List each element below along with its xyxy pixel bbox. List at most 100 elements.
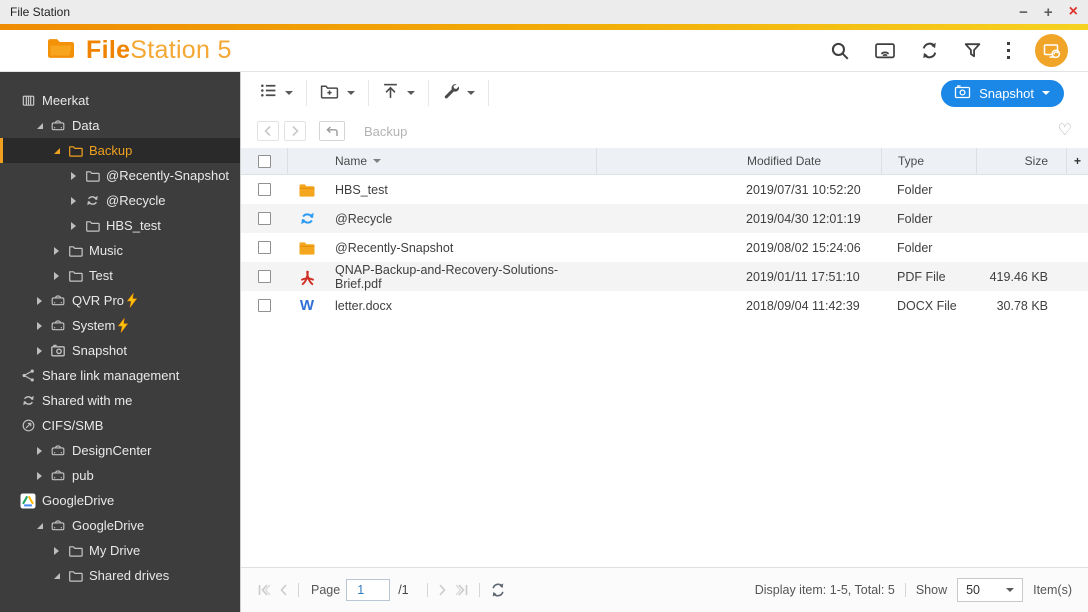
sidebar-item-snapshot[interactable]: Snapshot [0, 338, 240, 363]
refresh-list-icon[interactable] [490, 582, 506, 598]
collapse-arrow-icon[interactable] [37, 522, 50, 529]
sidebar-item-hbs-test[interactable]: HBS_test [0, 213, 240, 238]
file-name: @Recently-Snapshot [335, 240, 454, 255]
row-checkbox[interactable] [257, 212, 271, 225]
header-actions [830, 34, 1068, 67]
last-page-button[interactable] [455, 584, 469, 596]
sidebar-item-label: Snapshot [72, 343, 127, 358]
sidebar-item-data[interactable]: Data [0, 113, 240, 138]
window-title: File Station [10, 5, 71, 19]
search-icon[interactable] [830, 41, 850, 61]
add-column-button[interactable]: + [1066, 148, 1088, 174]
file-size: 30.78 KB [996, 298, 1048, 313]
minimize-icon[interactable]: − [1019, 5, 1028, 20]
sidebar-item-googledrive[interactable]: GoogleDrive [0, 513, 240, 538]
forward-button[interactable] [284, 121, 306, 141]
expand-arrow-icon[interactable] [54, 546, 67, 555]
chevron-down-icon [1006, 588, 1015, 592]
expand-arrow-icon[interactable] [54, 246, 67, 255]
name-column-header[interactable]: Name [327, 148, 596, 174]
go-up-button[interactable] [319, 121, 345, 141]
breadcrumb[interactable]: Backup [364, 124, 407, 139]
chevron-down-icon [407, 91, 415, 95]
empty-area [241, 320, 1088, 567]
expand-arrow-icon[interactable] [37, 321, 50, 330]
refresh-icon[interactable] [920, 41, 939, 60]
back-button[interactable] [257, 121, 279, 141]
sync-icon [20, 393, 36, 409]
expand-arrow-icon[interactable] [71, 196, 84, 205]
create-folder-button[interactable] [307, 80, 369, 106]
collapse-arrow-icon[interactable] [37, 122, 50, 129]
sidebar-item-backup[interactable]: Backup [0, 138, 240, 163]
page-size-select[interactable]: 50 [957, 578, 1024, 602]
expand-arrow-icon[interactable] [37, 346, 50, 355]
file-row-recycle[interactable]: @Recycle 2019/04/30 12:01:19 Folder [241, 204, 1088, 233]
view-mode-button[interactable] [247, 80, 307, 106]
qts-desktop-icon[interactable] [1035, 34, 1068, 67]
page-number-input[interactable] [346, 579, 391, 601]
size-column-header[interactable]: Size [976, 148, 1066, 174]
collapse-arrow-icon[interactable] [54, 147, 67, 154]
display-count-text: Display item: 1-5, Total: 5 [754, 583, 895, 597]
remote-display-icon[interactable] [874, 42, 896, 60]
wrench-icon [442, 82, 460, 104]
folder-icon [84, 168, 100, 184]
favorite-heart-icon[interactable]: ♡ [1058, 123, 1072, 139]
sidebar-item-share-link-management[interactable]: Share link management [0, 363, 240, 388]
sidebar-item-label: My Drive [89, 543, 141, 558]
expand-arrow-icon[interactable] [71, 221, 84, 230]
sidebar-item-label: @Recycle [106, 193, 166, 208]
collapse-arrow-icon[interactable] [54, 572, 67, 579]
sidebar-item-test[interactable]: Test [0, 263, 240, 288]
row-checkbox[interactable] [257, 299, 271, 312]
row-checkbox[interactable] [257, 270, 271, 283]
modified-date-column-header[interactable]: Modified Date [596, 148, 881, 174]
tools-button[interactable] [429, 80, 489, 106]
first-page-button[interactable] [257, 584, 271, 596]
window-controls: − + × [1019, 4, 1078, 20]
close-icon[interactable]: × [1069, 4, 1078, 20]
expand-arrow-icon[interactable] [54, 271, 67, 280]
next-page-button[interactable] [438, 584, 447, 596]
sidebar-item-system[interactable]: System [0, 313, 240, 338]
list-view-icon [260, 83, 277, 103]
expand-arrow-icon[interactable] [37, 446, 50, 455]
row-checkbox[interactable] [257, 183, 271, 196]
file-name: @Recycle [335, 211, 393, 226]
sidebar-item-music[interactable]: Music [0, 238, 240, 263]
file-row-qnap-backup-and-recovery-solutions-brief-pdf[interactable]: QNAP-Backup-and-Recovery-Solutions-Brief… [241, 262, 1088, 291]
folder-icon [67, 268, 83, 284]
file-row-letter-docx[interactable]: Wletter.docx 2018/09/04 11:42:39 DOCX File… [241, 291, 1088, 320]
row-checkbox[interactable] [257, 241, 271, 254]
sidebar-item-cifs-smb[interactable]: CIFS/SMB [0, 413, 240, 438]
sidebar-item-shared-with-me[interactable]: Shared with me [0, 388, 240, 413]
select-all-checkbox[interactable] [257, 154, 271, 168]
expand-arrow-icon[interactable] [71, 171, 84, 180]
sidebar-item-recycle[interactable]: @Recycle [0, 188, 240, 213]
sidebar-item-qvr-pro[interactable]: QVR Pro [0, 288, 240, 313]
expand-arrow-icon[interactable] [37, 296, 50, 305]
sidebar-item-googledrive[interactable]: GoogleDrive [0, 488, 240, 513]
snapshot-button[interactable]: Snapshot [941, 79, 1064, 107]
sidebar-item-designcenter[interactable]: DesignCenter [0, 438, 240, 463]
drive-icon [50, 443, 66, 459]
sidebar-item-recently-snapshot[interactable]: @Recently-Snapshot [0, 163, 240, 188]
sidebar-item-meerkat[interactable]: Meerkat [0, 88, 240, 113]
type-column-header[interactable]: Type [881, 148, 976, 174]
expand-arrow-icon[interactable] [37, 471, 50, 480]
file-row-hbs-test[interactable]: HBS_test 2019/07/31 10:52:20 Folder [241, 175, 1088, 204]
previous-page-button[interactable] [279, 584, 288, 596]
filter-icon[interactable] [963, 41, 982, 60]
upload-button[interactable] [369, 80, 429, 106]
sidebar-item-my-drive[interactable]: My Drive [0, 538, 240, 563]
maximize-icon[interactable]: + [1044, 5, 1053, 20]
folder-icon [84, 218, 100, 234]
sidebar-item-label: pub [72, 468, 94, 483]
file-row-recently-snapshot[interactable]: @Recently-Snapshot 2019/08/02 15:24:06 Fol… [241, 233, 1088, 262]
folder-icon [67, 243, 83, 259]
more-options-icon[interactable] [1006, 41, 1011, 60]
word-icon: W [299, 297, 315, 314]
sidebar-item-shared-drives[interactable]: Shared drives [0, 563, 240, 588]
sidebar-item-pub[interactable]: pub [0, 463, 240, 488]
